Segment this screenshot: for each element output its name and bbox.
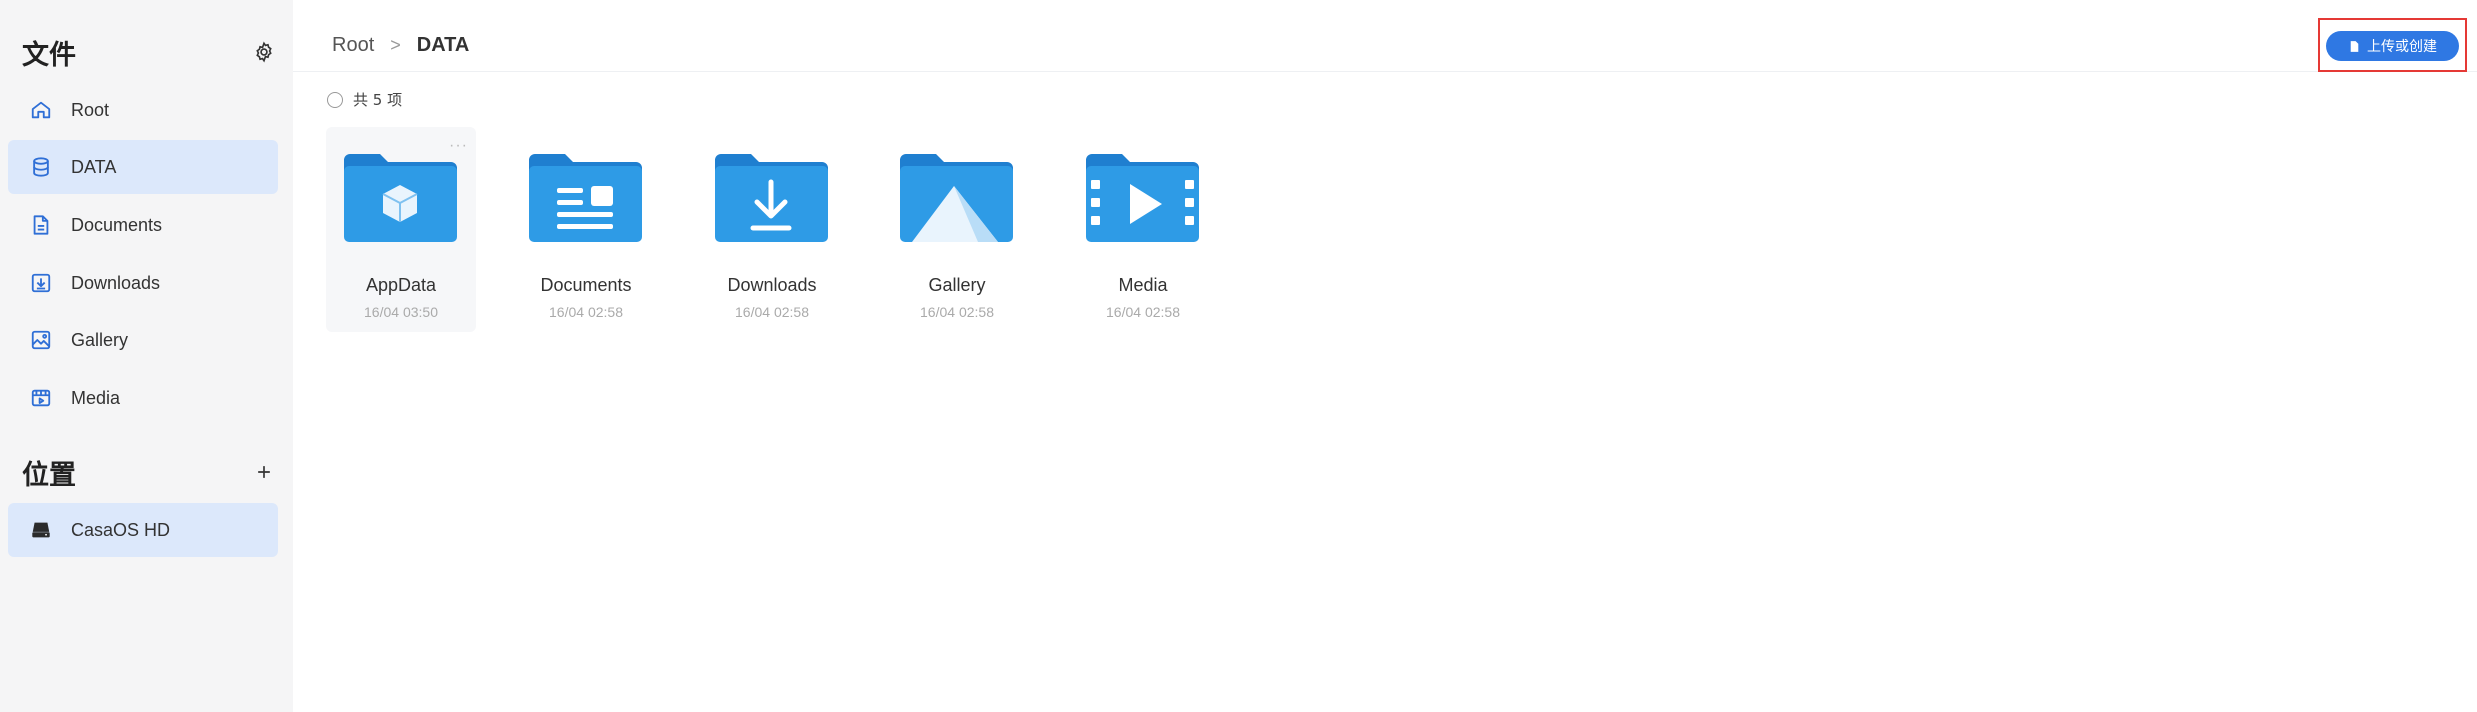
breadcrumb-root[interactable]: Root [332, 34, 374, 57]
sidebar-item-label: DATA [71, 156, 117, 177]
item-count: 共 5 项 [353, 91, 403, 109]
media-folder-icon [1086, 154, 1199, 242]
folder-date: 16/04 02:58 [1106, 304, 1180, 320]
home-icon [31, 101, 51, 119]
documents-folder-icon [529, 154, 642, 242]
downloads-folder-icon [715, 154, 828, 242]
locations-section-title: 位置 [22, 459, 76, 490]
sidebar-item-casaos-hd[interactable]: CasaOS HD [8, 503, 278, 557]
breadcrumb: Root > DATA [332, 34, 469, 57]
folder-tile-documents[interactable]: Documents 16/04 02:58 [511, 127, 661, 332]
breadcrumb-current: DATA [416, 34, 470, 56]
folder-name: Documents [540, 275, 632, 295]
folder-tile-downloads[interactable]: Downloads 16/04 02:58 [697, 127, 847, 332]
sidebar-item-media[interactable]: Media [8, 371, 278, 425]
folder-date: 16/04 02:58 [735, 304, 809, 320]
sidebar-item-data[interactable]: DATA [8, 140, 278, 194]
add-location-button[interactable] [248, 456, 280, 488]
sidebar-item-downloads[interactable]: Downloads [8, 256, 278, 310]
breadcrumb-separator: > [390, 35, 401, 55]
sidebar-item-label: Documents [71, 214, 163, 235]
select-all-row: 共 5 项 [327, 89, 402, 110]
database-icon [33, 157, 49, 177]
select-all-radio[interactable] [327, 91, 343, 108]
gallery-icon [31, 330, 51, 350]
gear-icon [256, 41, 272, 63]
sidebar-item-label: Media [71, 387, 121, 408]
files-section-header: 文件 [22, 32, 280, 72]
upload-icon [2350, 40, 2359, 52]
locations-section-header: 位置 [22, 452, 280, 492]
sidebar-item-documents[interactable]: Documents [8, 198, 278, 252]
folder-name: AppData [365, 275, 437, 295]
folder-tile-gallery[interactable]: Gallery 16/04 02:58 [882, 127, 1032, 332]
topbar: Root > DATA [293, 0, 2477, 72]
plus-icon [258, 466, 270, 478]
sidebar-item-label: Root [71, 99, 110, 120]
upload-or-create-button[interactable]: 上传或创建 [2326, 31, 2459, 61]
folder-tile-media[interactable]: Media 16/04 02:58 [1068, 127, 1218, 332]
drive-icon [32, 522, 50, 538]
folder-tile-appdata[interactable]: ··· AppData 16/04 03:50 [326, 127, 476, 332]
media-icon [31, 389, 51, 407]
sidebar-item-label: Gallery [71, 329, 129, 350]
document-icon [33, 215, 49, 235]
settings-button[interactable] [248, 36, 280, 68]
sidebar-item-label: Downloads [71, 272, 161, 293]
sidebar-item-gallery[interactable]: Gallery [8, 313, 278, 367]
gallery-folder-icon [900, 154, 1013, 242]
sidebar-item-root[interactable]: Root [8, 83, 278, 137]
folder-name: Media [1118, 275, 1168, 295]
sidebar: 文件 Root DATA Documents Downloads Gallery… [0, 0, 293, 712]
download-icon [31, 273, 51, 293]
files-section-title: 文件 [22, 39, 76, 70]
folder-name: Downloads [727, 275, 817, 295]
appdata-folder-icon [344, 154, 457, 242]
folder-name: Gallery [928, 275, 986, 295]
folder-date: 16/04 02:58 [549, 304, 623, 320]
upload-button-label: 上传或创建 [2367, 39, 2437, 55]
folder-date: 16/04 03:50 [364, 304, 438, 320]
sidebar-item-label: CasaOS HD [71, 519, 171, 540]
folder-date: 16/04 02:58 [920, 304, 994, 320]
